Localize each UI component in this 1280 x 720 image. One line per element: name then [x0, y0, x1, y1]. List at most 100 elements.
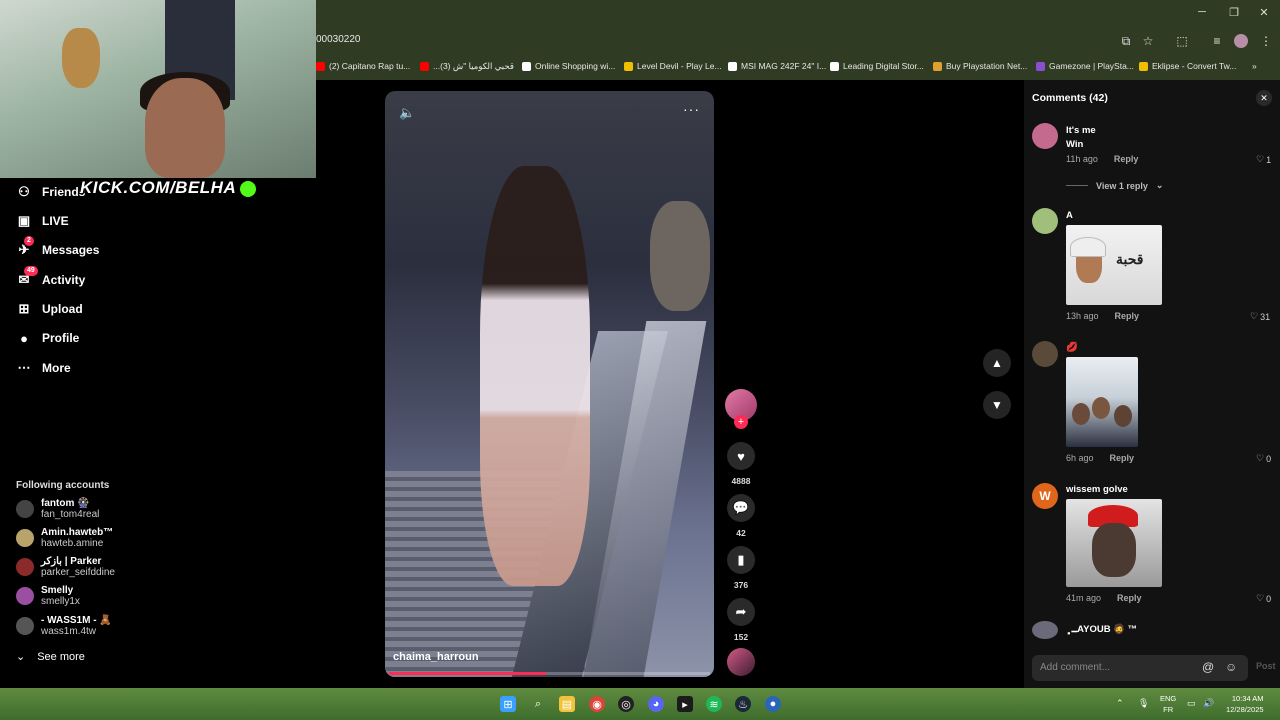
previous-video-button[interactable]: ▲: [983, 349, 1011, 377]
extensions-icon[interactable]: ⬚: [1174, 34, 1190, 48]
nav-item-profile[interactable]: ● Profile: [16, 328, 79, 348]
browser-profile-avatar[interactable]: [1234, 34, 1248, 48]
nav-item-live[interactable]: ▣ LIVE: [16, 211, 69, 231]
comment-author[interactable]: wissem golve: [1066, 484, 1128, 495]
nav-item-more[interactable]: ⋯ More: [16, 358, 71, 378]
reply-button[interactable]: Reply: [1110, 453, 1135, 463]
comment-like-button[interactable]: ♡ 31: [1250, 311, 1270, 322]
volume-icon[interactable]: 🔈: [399, 105, 415, 121]
comment-author[interactable]: A: [1066, 210, 1073, 221]
reply-button[interactable]: Reply: [1115, 311, 1140, 321]
account-avatar: [16, 500, 34, 518]
comment-avatar[interactable]: W: [1032, 483, 1058, 509]
bookmark-item[interactable]: Eklipse - Convert Tw...: [1139, 61, 1236, 71]
terminal-icon[interactable]: ▸: [677, 696, 693, 712]
nav-item-messages[interactable]: ✈ 2 Messages: [16, 236, 99, 260]
comment-avatar[interactable]: [1032, 341, 1058, 367]
notification-badge: 2: [24, 236, 34, 246]
chrome-icon[interactable]: ◉: [589, 696, 605, 712]
post-button[interactable]: Post: [1256, 661, 1276, 671]
see-more-label: See more: [37, 650, 85, 663]
next-video-button[interactable]: ▼: [983, 391, 1011, 419]
comment-like-button[interactable]: ♡ 1: [1256, 154, 1271, 165]
comment-author[interactable]: 💋: [1066, 342, 1078, 353]
app-icon[interactable]: ●: [765, 696, 781, 712]
account-avatar: [16, 558, 34, 576]
bookmark-label: Buy Playstation Net...: [946, 61, 1028, 71]
comment-image[interactable]: قحبة: [1066, 225, 1162, 305]
video-progress-bar[interactable]: [389, 672, 710, 675]
minimize-icon[interactable]: ─: [1192, 6, 1212, 18]
comment-avatar[interactable]: [1032, 621, 1058, 639]
comment-image[interactable]: [1066, 499, 1162, 587]
install-app-icon[interactable]: ⧉: [1118, 34, 1134, 49]
following-account[interactable]: بازكر | Parker parker_seifddine: [16, 556, 115, 579]
save-button[interactable]: ▮: [727, 546, 755, 574]
like-button[interactable]: ♥: [727, 442, 755, 470]
reply-button[interactable]: Reply: [1117, 593, 1142, 603]
comment-author[interactable]: It's me: [1066, 125, 1096, 136]
bookmark-item[interactable]: Gamezone | PlaySta...: [1036, 61, 1134, 71]
streamer-face: [145, 78, 225, 178]
comment-author[interactable]: ـ﮼AYOUB 🧔 ™: [1066, 624, 1137, 635]
microphone-icon[interactable]: 🎙: [1138, 698, 1149, 709]
media-controls-icon[interactable]: ≡: [1209, 34, 1225, 48]
mention-icon[interactable]: @: [1202, 660, 1214, 674]
share-button[interactable]: ➦: [727, 598, 755, 626]
follow-plus-icon[interactable]: +: [734, 415, 748, 429]
bookmark-item[interactable]: Buy Playstation Net...: [933, 61, 1027, 71]
bookmark-label: MSI MAG 242F 24" I...: [741, 61, 827, 71]
bookmark-label: Gamezone | PlaySta...: [1049, 61, 1134, 71]
url-text[interactable]: 00030220: [316, 34, 361, 45]
start-icon[interactable]: ⊞: [500, 696, 516, 712]
music-disc-icon[interactable]: [727, 648, 755, 676]
comment-image[interactable]: [1066, 357, 1138, 447]
spotify-icon[interactable]: ≋: [706, 696, 722, 712]
comment-avatar[interactable]: [1032, 208, 1058, 234]
following-account[interactable]: - WASS1M - 🧸 wass1m.4tw: [16, 615, 112, 638]
bookmark-item[interactable]: Level Devil - Play Le...: [624, 61, 722, 71]
bookmark-star-icon[interactable]: ☆: [1140, 34, 1156, 48]
following-account[interactable]: Smelly smelly1x: [16, 585, 80, 608]
add-comment-field[interactable]: Add comment... @ ☺: [1032, 655, 1248, 681]
bookmark-favicon-icon: [933, 61, 942, 71]
close-window-icon[interactable]: ✕: [1254, 6, 1274, 19]
close-comments-icon[interactable]: ✕: [1256, 90, 1272, 106]
nav-item-activity[interactable]: ✉ 49 Activity: [16, 266, 85, 290]
nav-item-friends[interactable]: ⚇ Friends: [16, 182, 85, 202]
heart-outline-icon: ♡: [1256, 154, 1265, 164]
more-bookmarks-icon[interactable]: »: [1252, 61, 1257, 71]
nav-item-upload[interactable]: ⊞ Upload: [16, 299, 83, 319]
comment-like-button[interactable]: ♡ 0: [1256, 453, 1271, 464]
bookmark-item[interactable]: (2) Capitano Rap tu...: [316, 61, 410, 71]
comment-button[interactable]: 💬: [727, 494, 755, 522]
language-indicator[interactable]: ENG FR: [1160, 693, 1176, 715]
bookmark-item[interactable]: Online Shopping wi...: [522, 61, 615, 71]
view-replies-button[interactable]: View 1 reply ⌄: [1066, 180, 1163, 191]
reply-button[interactable]: Reply: [1114, 154, 1139, 164]
bookmark-item[interactable]: Leading Digital Stor...: [830, 61, 924, 71]
more-options-icon[interactable]: ···: [683, 101, 700, 117]
steam-icon[interactable]: ♨: [735, 696, 751, 712]
obs-icon[interactable]: ◎: [618, 696, 634, 712]
bookmark-item[interactable]: MSI MAG 242F 24" I...: [728, 61, 826, 71]
comment-avatar[interactable]: [1032, 123, 1058, 149]
network-icon[interactable]: ▭: [1187, 698, 1196, 709]
following-account[interactable]: Amin.hawteb™ hawteb.amine: [16, 527, 113, 550]
volume-tray-icon[interactable]: 🔊: [1203, 698, 1214, 709]
search-icon[interactable]: ⌕: [530, 696, 546, 712]
browser-menu-icon[interactable]: ⋮: [1258, 34, 1274, 48]
bookmark-favicon-icon: [316, 61, 325, 71]
emoji-icon[interactable]: ☺: [1225, 660, 1237, 674]
restore-icon[interactable]: ❐: [1224, 6, 1244, 19]
file-explorer-icon[interactable]: ▤: [559, 696, 575, 712]
clock[interactable]: 10:34 AM 12/28/2025: [1226, 693, 1264, 715]
see-more-button[interactable]: ⌄ See more: [16, 650, 85, 664]
following-account[interactable]: fantom 🎡 fan_tom4real: [16, 498, 99, 521]
tray-chevron-icon[interactable]: ⌃: [1116, 698, 1124, 709]
bookmark-item[interactable]: ...قحبي الكوميا "ش (3): [420, 61, 514, 72]
discord-icon[interactable]: ◕: [648, 696, 664, 712]
comment-like-button[interactable]: ♡ 0: [1256, 593, 1271, 604]
video-username[interactable]: chaima_harroun: [393, 651, 479, 663]
video-player[interactable]: 🔈 ··· chaima_harroun: [385, 91, 714, 677]
